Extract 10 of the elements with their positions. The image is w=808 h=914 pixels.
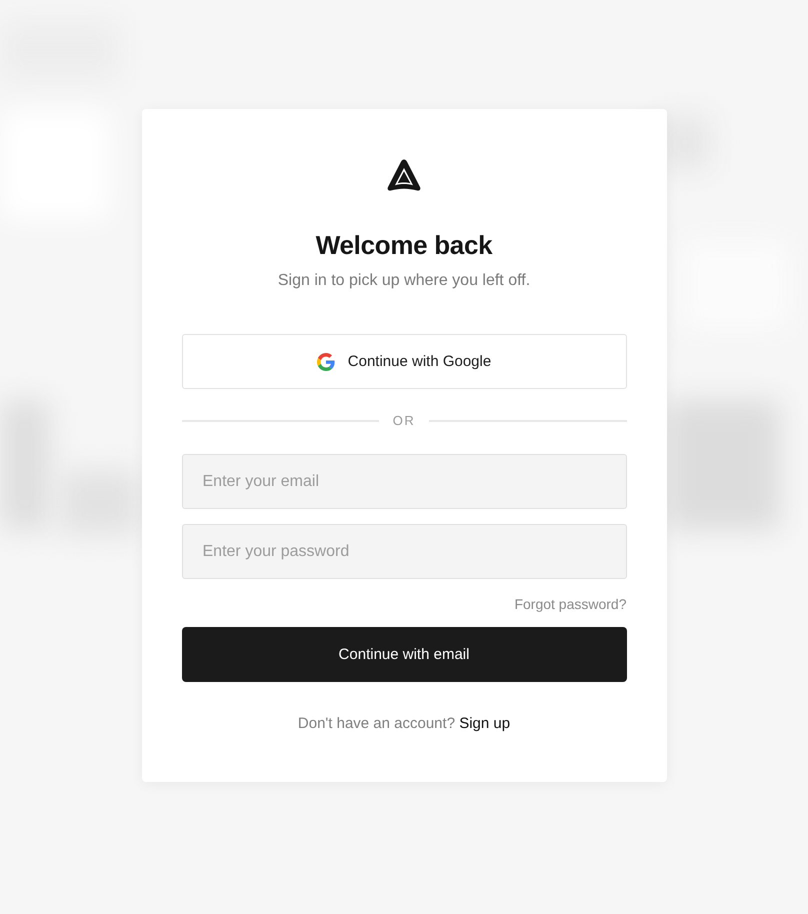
divider-label: OR — [392, 413, 416, 428]
welcome-title: Welcome back — [316, 229, 492, 262]
continue-with-email-button[interactable]: Continue with email — [182, 627, 626, 682]
google-sign-in-button[interactable]: Continue with Google — [182, 334, 626, 389]
signup-prompt: Don't have an account? Sign up — [298, 715, 510, 732]
input-field[interactable]: Enter your password — [182, 524, 626, 579]
subtitle-text: Sign in to pick up where you left off. — [278, 271, 530, 291]
input-field[interactable]: Enter your email — [182, 454, 626, 509]
sign-up-link[interactable]: Sign up — [459, 715, 510, 732]
google-logo-icon — [316, 352, 335, 370]
